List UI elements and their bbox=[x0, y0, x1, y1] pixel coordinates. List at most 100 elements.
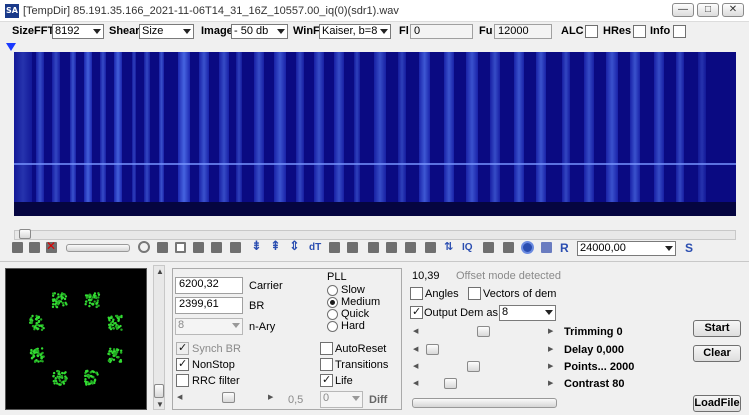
folder-icon[interactable] bbox=[12, 242, 23, 253]
winf-select[interactable]: Kaiser, b=8 bbox=[319, 24, 391, 39]
signal-band bbox=[676, 52, 684, 216]
chevron-down-icon[interactable]: ▼ bbox=[156, 400, 164, 409]
points-thumb[interactable] bbox=[467, 361, 480, 372]
constellation-scrollbar[interactable]: ▲ ▼ bbox=[153, 265, 165, 410]
nary-select[interactable]: 8 bbox=[175, 318, 243, 335]
minimize-button[interactable]: — bbox=[672, 3, 694, 17]
chevron-left-icon[interactable]: ◀ bbox=[413, 362, 418, 370]
transitions-checkbox[interactable] bbox=[320, 358, 333, 371]
chevron-left-icon[interactable]: ◀ bbox=[413, 379, 418, 387]
chevron-right-icon[interactable]: ▶ bbox=[548, 327, 553, 335]
chevron-left-icon[interactable]: ◀ bbox=[177, 393, 182, 401]
scrollbar-thumb[interactable] bbox=[19, 229, 31, 239]
delta-time-button[interactable]: dT bbox=[309, 242, 321, 253]
clear-button[interactable]: Clear bbox=[693, 345, 741, 362]
constellation-point bbox=[64, 379, 67, 383]
frame-icon[interactable] bbox=[175, 242, 186, 253]
fl-input[interactable]: 0 bbox=[410, 24, 473, 39]
zoom-out-icon[interactable]: ⇞ bbox=[270, 239, 281, 254]
stop-icon[interactable] bbox=[138, 241, 150, 253]
delay-thumb[interactable] bbox=[426, 344, 439, 355]
measure-icon[interactable] bbox=[347, 242, 358, 253]
print-icon[interactable] bbox=[483, 242, 494, 253]
info-checkbox[interactable] bbox=[673, 25, 686, 38]
chart-icon[interactable] bbox=[386, 242, 397, 253]
output-dem-select[interactable]: 8 bbox=[499, 305, 556, 321]
diff-select[interactable]: 0 bbox=[320, 391, 363, 408]
chevron-right-icon[interactable]: ▶ bbox=[548, 345, 553, 353]
trimming-thumb[interactable] bbox=[477, 326, 490, 337]
signal-band bbox=[52, 52, 60, 216]
chevron-left-icon[interactable]: ◀ bbox=[413, 345, 418, 353]
settings-icon[interactable] bbox=[521, 241, 534, 254]
spectrum-icon[interactable] bbox=[405, 242, 416, 253]
pll-title: PLL bbox=[327, 271, 347, 283]
br-input[interactable]: 2399,61 bbox=[175, 297, 243, 314]
constellation-point bbox=[84, 294, 88, 297]
pll-slow-radio[interactable] bbox=[327, 285, 338, 296]
synch-br-checkbox[interactable] bbox=[176, 341, 189, 355]
life-checkbox[interactable] bbox=[320, 373, 333, 387]
autoreset-checkbox[interactable] bbox=[320, 342, 333, 355]
pll-hard-radio[interactable] bbox=[327, 321, 338, 332]
hres-checkbox[interactable] bbox=[633, 25, 646, 38]
filter-icon[interactable] bbox=[157, 242, 168, 253]
chevron-right-icon[interactable]: ▶ bbox=[548, 379, 553, 387]
delay-slider[interactable]: ◀ ▶ bbox=[412, 344, 557, 356]
vectors-checkbox[interactable] bbox=[468, 287, 481, 300]
signal-band bbox=[562, 52, 570, 216]
chevron-right-icon[interactable]: ▶ bbox=[268, 393, 273, 401]
trimming-slider[interactable]: ◀ ▶ bbox=[412, 326, 557, 338]
layers-icon[interactable] bbox=[230, 242, 241, 253]
constellation-point bbox=[39, 318, 43, 321]
fu-input[interactable]: 12000 bbox=[494, 24, 552, 39]
frequency-select[interactable]: 24000,00 bbox=[577, 241, 676, 256]
r-button[interactable]: R bbox=[560, 241, 569, 255]
contrast-thumb[interactable] bbox=[444, 378, 457, 389]
points-slider[interactable]: ◀ ▶ bbox=[412, 361, 557, 373]
fu-label: Fu bbox=[479, 25, 493, 37]
image-select[interactable]: - 50 db bbox=[231, 24, 288, 39]
chevron-up-icon[interactable]: ▲ bbox=[156, 267, 164, 276]
close-button[interactable]: ✕ bbox=[722, 3, 744, 17]
pll-quick-radio[interactable] bbox=[327, 309, 338, 320]
scrollbar-thumb[interactable] bbox=[154, 384, 164, 398]
pll-medium-radio[interactable] bbox=[327, 297, 338, 308]
s-button[interactable]: S bbox=[685, 241, 693, 255]
spectrogram-display[interactable] bbox=[14, 52, 736, 216]
grid-icon[interactable] bbox=[368, 242, 379, 253]
frequency-marker-icon[interactable] bbox=[6, 43, 16, 51]
rolloff-slider[interactable]: ◀ ▶ bbox=[176, 392, 276, 404]
chevron-left-icon[interactable]: ◀ bbox=[413, 327, 418, 335]
play-progress-bar[interactable] bbox=[66, 244, 130, 252]
save-icon[interactable] bbox=[29, 242, 40, 253]
record-icon[interactable] bbox=[503, 242, 514, 253]
start-button[interactable]: Start bbox=[693, 320, 741, 337]
waterfall-icon[interactable] bbox=[425, 242, 436, 253]
spectrum-scrollbar[interactable] bbox=[14, 229, 736, 240]
shear-select[interactable]: Size bbox=[139, 24, 194, 39]
alc-checkbox[interactable] bbox=[585, 25, 598, 38]
nonstop-checkbox[interactable] bbox=[176, 357, 189, 371]
contrast-slider[interactable]: ◀ ▶ bbox=[412, 378, 557, 390]
maximize-button[interactable]: □ bbox=[697, 3, 719, 17]
angles-checkbox[interactable] bbox=[410, 287, 423, 300]
fl-label: Fl bbox=[399, 25, 409, 37]
iq-button[interactable]: IQ bbox=[462, 242, 473, 253]
copy-icon[interactable] bbox=[541, 242, 552, 253]
delete-icon[interactable]: ✕ bbox=[46, 239, 57, 253]
loadfile-button[interactable]: LoadFile bbox=[693, 395, 741, 412]
tools-icon[interactable] bbox=[211, 242, 222, 253]
carrier-input[interactable]: 6200,32 bbox=[175, 277, 243, 294]
iq-up-icon[interactable]: ⇅ bbox=[444, 240, 453, 253]
rrc-filter-checkbox[interactable] bbox=[176, 374, 189, 387]
page-icon[interactable] bbox=[193, 242, 204, 253]
sizefft-select[interactable]: 8192 bbox=[52, 24, 104, 39]
zoom-center-icon[interactable]: ⇕ bbox=[289, 239, 300, 254]
output-dem-checkbox[interactable] bbox=[410, 305, 423, 319]
marker-icon[interactable] bbox=[329, 242, 340, 253]
chevron-right-icon[interactable]: ▶ bbox=[548, 362, 553, 370]
zoom-in-icon[interactable]: ⇟ bbox=[251, 239, 262, 254]
rolloff-thumb[interactable] bbox=[222, 392, 235, 403]
br-label: BR bbox=[249, 300, 265, 312]
